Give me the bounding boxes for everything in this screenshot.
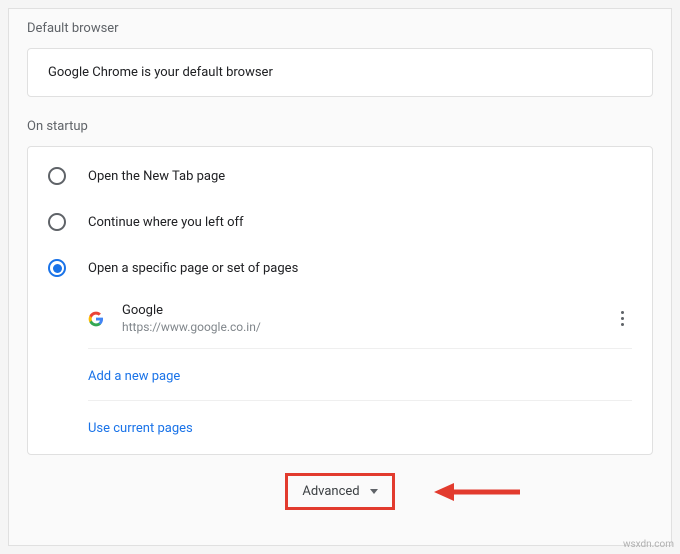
radio-unselected-icon [48,167,66,185]
advanced-button[interactable]: Advanced [285,473,394,510]
default-browser-message: Google Chrome is your default browser [48,65,632,80]
startup-option-new-tab[interactable]: Open the New Tab page [48,153,632,199]
advanced-label: Advanced [302,484,359,499]
default-browser-card: Google Chrome is your default browser [27,48,653,97]
red-arrow-annotation-icon [432,481,522,507]
on-startup-card: Open the New Tab page Continue where you… [27,146,653,455]
startup-pages-list: Google https://www.google.co.in/ Add a n… [88,291,632,452]
on-startup-section-title: On startup [27,119,653,134]
page-title-text: Google [122,303,612,318]
default-browser-section-title: Default browser [27,21,653,36]
use-current-pages-row[interactable]: Use current pages [88,401,632,452]
startup-page-item: Google https://www.google.co.in/ [88,291,632,349]
startup-option-continue[interactable]: Continue where you left off [48,199,632,245]
startup-option-specific-pages[interactable]: Open a specific page or set of pages [48,245,632,291]
radio-unselected-icon [48,213,66,231]
chevron-down-icon [370,489,378,494]
add-page-link[interactable]: Add a new page [88,369,180,384]
page-info: Google https://www.google.co.in/ [122,303,612,334]
google-favicon-icon [88,311,104,327]
advanced-area: Advanced [27,473,653,510]
radio-selected-icon [48,259,66,277]
startup-option-label: Open the New Tab page [88,169,225,184]
use-current-pages-link[interactable]: Use current pages [88,421,193,436]
startup-option-label: Continue where you left off [88,215,244,230]
add-page-row[interactable]: Add a new page [88,349,632,401]
watermark-text: wsxdn.com [623,539,674,550]
more-options-icon[interactable] [612,307,632,330]
startup-option-label: Open a specific page or set of pages [88,261,298,276]
page-url-text: https://www.google.co.in/ [122,320,612,334]
settings-panel: Default browser Google Chrome is your de… [8,8,672,546]
